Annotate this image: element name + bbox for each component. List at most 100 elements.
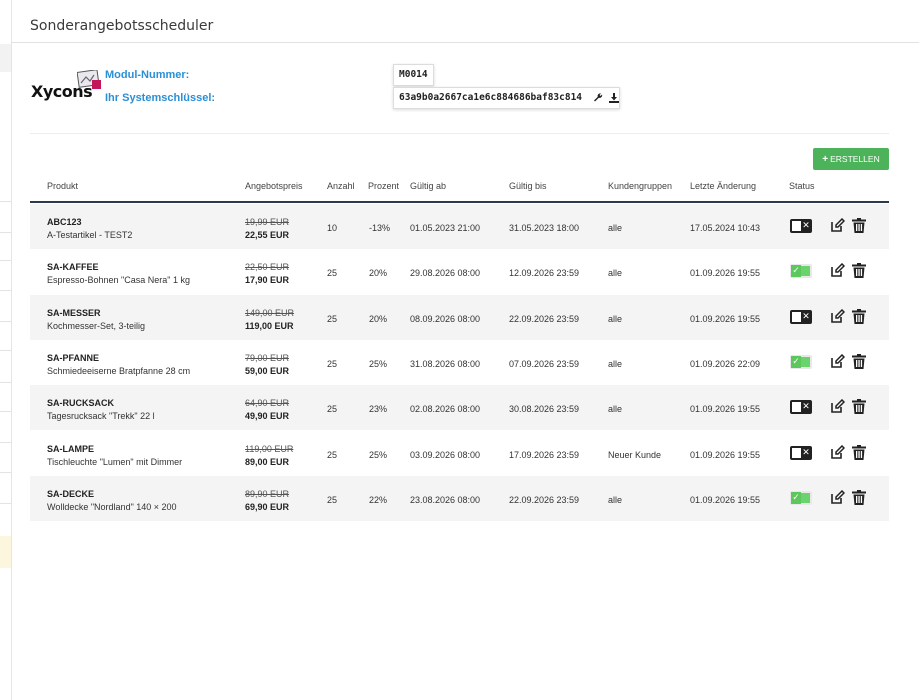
toggle-knob-icon: ✕ xyxy=(801,220,811,232)
sidebar-highlight-item[interactable] xyxy=(0,536,11,568)
product-name: Schmiedeeiserne Bratpfanne 28 cm xyxy=(47,366,191,376)
sidebar-divider xyxy=(0,201,11,202)
valid-until: 22.09.2026 23:59 xyxy=(509,314,580,324)
toggle-knob-icon: ✕ xyxy=(801,447,811,459)
create-button-label: ERSTELLEN xyxy=(830,154,880,164)
old-price: 149,00 EUR xyxy=(245,308,295,318)
valid-from: 01.05.2023 21:00 xyxy=(410,223,481,233)
trash-icon[interactable] xyxy=(852,354,866,373)
sidebar-divider xyxy=(0,260,11,261)
status-toggle[interactable]: ✕ xyxy=(790,310,812,324)
percent: 25% xyxy=(369,450,388,460)
create-button[interactable]: + ERSTELLEN xyxy=(813,148,889,170)
valid-from: 03.09.2026 08:00 xyxy=(410,450,481,460)
old-price: 64,90 EUR xyxy=(245,398,290,408)
offer-price: 119,00 EUR xyxy=(245,321,294,331)
table-row: SA-KAFFEE Espresso-Bohnen "Casa Nera" 1 … xyxy=(30,249,889,294)
quantity: 25 xyxy=(327,450,338,460)
last-modified: 01.09.2026 19:55 xyxy=(690,495,761,505)
quantity: 25 xyxy=(327,495,338,505)
table-row: SA-MESSER Kochmesser-Set, 3-teilig 149,0… xyxy=(30,295,889,340)
column-header-status[interactable]: Status xyxy=(789,181,815,191)
product-sku: SA-RUCKSACK xyxy=(47,398,114,408)
status-toggle[interactable]: ✓ xyxy=(790,264,812,278)
edit-icon[interactable] xyxy=(830,308,846,328)
edit-icon[interactable] xyxy=(830,444,846,464)
page-title: Sonderangebotsscheduler xyxy=(30,18,214,34)
customer-groups: alle xyxy=(608,359,623,369)
customer-groups: alle xyxy=(608,495,623,505)
edit-icon[interactable] xyxy=(830,262,846,282)
edit-icon[interactable] xyxy=(830,353,846,373)
product-sku: SA-PFANNE xyxy=(47,353,100,363)
wrench-icon[interactable] xyxy=(593,92,603,103)
system-key-field: 63a9b0a2667ca1e6c884686baf83c814 xyxy=(393,87,620,109)
column-header-produkt[interactable]: Produkt xyxy=(47,181,78,191)
sidebar-divider xyxy=(0,232,11,233)
trash-icon[interactable] xyxy=(852,263,866,282)
title-divider xyxy=(12,42,919,43)
percent: 23% xyxy=(369,404,388,414)
trash-icon[interactable] xyxy=(852,445,866,464)
status-toggle[interactable]: ✓ xyxy=(790,355,812,369)
offer-price: 69,90 EUR xyxy=(245,502,290,512)
offer-price: 22,55 EUR xyxy=(245,230,290,240)
edit-icon[interactable] xyxy=(830,398,846,418)
sidebar-divider xyxy=(0,350,11,351)
status-toggle[interactable]: ✕ xyxy=(790,446,812,460)
valid-until: 07.09.2026 23:59 xyxy=(509,359,580,369)
toggle-knob-icon: ✓ xyxy=(791,356,801,368)
column-header-gueltig-bis[interactable]: Gültig bis xyxy=(509,181,547,191)
status-toggle[interactable]: ✓ xyxy=(790,491,812,505)
column-header-letzte-aenderung[interactable]: Letzte Änderung xyxy=(690,181,756,191)
trash-icon[interactable] xyxy=(852,309,866,328)
product-name: A-Testartikel - TEST2 xyxy=(47,230,133,240)
column-header-gueltig-ab[interactable]: Gültig ab xyxy=(410,181,446,191)
customer-groups: alle xyxy=(608,268,623,278)
product-sku: SA-LAMPE xyxy=(47,444,94,454)
module-number-label: Modul-Nummer: xyxy=(105,69,190,81)
sidebar-divider xyxy=(0,442,11,443)
sidebar-divider xyxy=(0,382,11,383)
status-toggle[interactable]: ✕ xyxy=(790,219,812,233)
product-name: Kochmesser-Set, 3-teilig xyxy=(47,321,146,331)
edit-icon[interactable] xyxy=(830,217,846,237)
last-modified: 01.09.2026 19:55 xyxy=(690,404,761,414)
download-icon[interactable] xyxy=(608,92,619,103)
column-header-angebotspreis[interactable]: Angebotspreis xyxy=(245,181,303,191)
sidebar-active-item[interactable] xyxy=(0,44,11,72)
edit-icon[interactable] xyxy=(830,489,846,509)
trash-icon[interactable] xyxy=(852,490,866,509)
quantity: 10 xyxy=(327,223,338,233)
trash-icon[interactable] xyxy=(852,218,866,237)
status-toggle[interactable]: ✕ xyxy=(790,400,812,414)
column-header-anzahl[interactable]: Anzahl xyxy=(327,181,355,191)
trash-icon[interactable] xyxy=(852,399,866,418)
toggle-knob-icon: ✕ xyxy=(801,311,811,323)
column-header-prozent[interactable]: Prozent xyxy=(368,181,399,191)
customer-groups: alle xyxy=(608,404,623,414)
valid-from: 29.08.2026 08:00 xyxy=(410,268,481,278)
product-sku: ABC123 xyxy=(47,217,82,227)
xycons-logo: Xycons xyxy=(31,69,103,104)
offer-price: 59,00 EUR xyxy=(245,366,290,376)
toggle-knob-icon: ✓ xyxy=(791,265,801,277)
percent: 22% xyxy=(369,495,388,505)
old-price: 79,00 EUR xyxy=(245,353,290,363)
offer-price: 49,90 EUR xyxy=(245,411,290,421)
valid-until: 17.09.2026 23:59 xyxy=(509,450,580,460)
old-price: 89,90 EUR xyxy=(245,489,290,499)
section-divider xyxy=(30,133,889,134)
toggle-knob-icon: ✕ xyxy=(801,401,811,413)
percent: 20% xyxy=(369,314,388,324)
table-row: SA-DECKE Wolldecke "Nordland" 140 × 200 … xyxy=(30,476,889,521)
system-key-label: Ihr Systemschlüssel: xyxy=(105,92,216,104)
last-modified: 17.05.2024 10:43 xyxy=(690,223,761,233)
logo-text: Xycons xyxy=(31,82,93,101)
product-sku: SA-KAFFEE xyxy=(47,262,99,272)
valid-until: 22.09.2026 23:59 xyxy=(509,495,580,505)
quantity: 25 xyxy=(327,404,338,414)
quantity: 25 xyxy=(327,314,338,324)
column-header-kundengruppen[interactable]: Kundengruppen xyxy=(608,181,672,191)
valid-from: 08.09.2026 08:00 xyxy=(410,314,481,324)
